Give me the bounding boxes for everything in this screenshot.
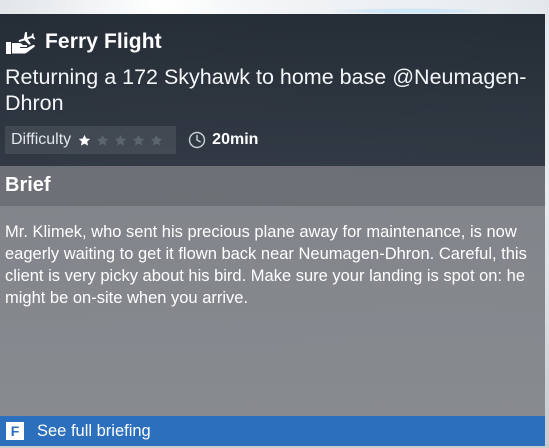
mission-type-title: Ferry Flight [45,30,162,53]
mission-title-row: Ferry Flight [5,28,162,56]
star-empty-icon [96,134,109,146]
clock-icon [188,131,206,149]
brief-header: Brief [0,166,545,206]
brief-panel: Brief Mr. Klimek, who sent his precious … [0,166,545,416]
keybind-f-badge: F [6,422,24,440]
brief-heading: Brief [5,174,51,196]
star-filled-icon [78,134,91,146]
mission-card-screen: Ferry Flight Returning a 172 Skyhawk to … [0,0,549,448]
see-full-briefing-button[interactable]: F See full briefing [0,416,545,446]
star-empty-icon [132,134,145,146]
mission-meta-row: Difficulty 20min [5,126,258,154]
star-empty-icon [150,134,163,146]
difficulty-rating: Difficulty [5,126,177,154]
hand-plane-icon [6,31,36,54]
star-empty-icon [114,134,127,146]
mission-header: Ferry Flight Returning a 172 Skyhawk to … [0,14,545,166]
brief-text: Mr. Klimek, who sent his precious plane … [5,223,527,307]
mission-description: Returning a 172 Skyhawk to home base @Ne… [5,65,527,115]
see-full-briefing-label: See full briefing [37,421,151,440]
mission-duration: 20min [188,131,258,149]
difficulty-label: Difficulty [11,131,72,148]
duration-value: 20min [212,131,259,148]
